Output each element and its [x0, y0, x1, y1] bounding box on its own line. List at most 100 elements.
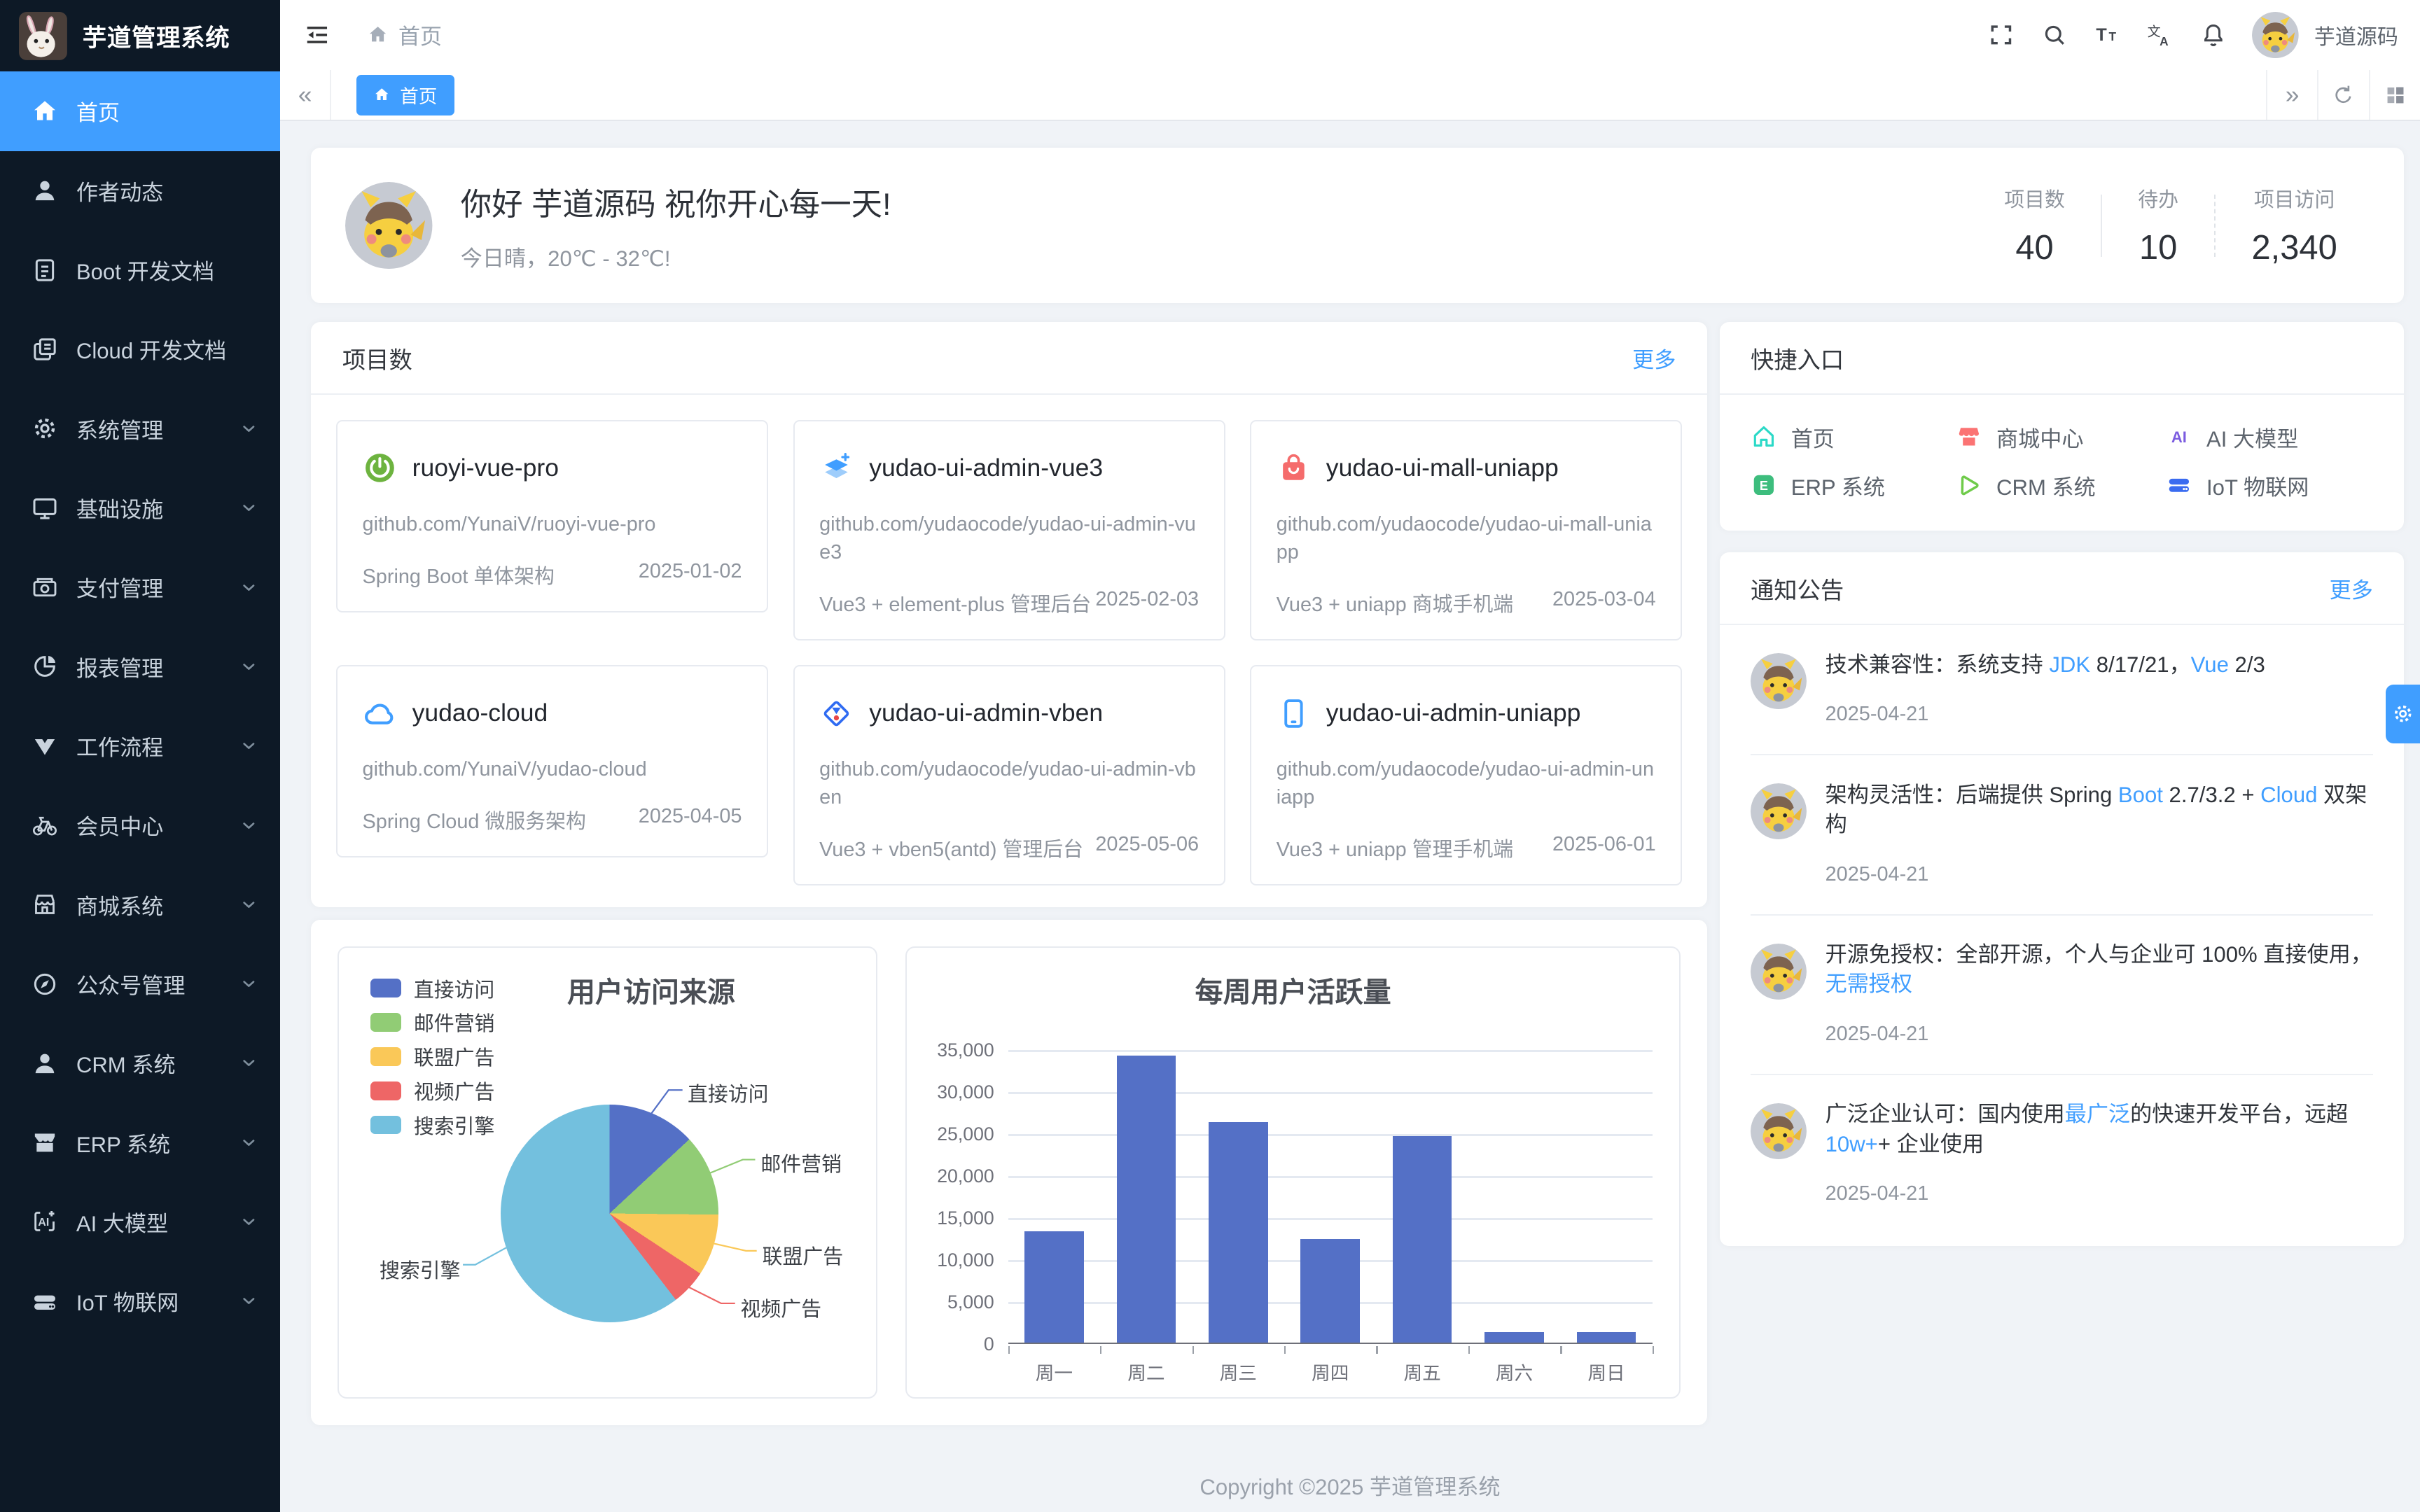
stat-value: 10: [2138, 228, 2178, 267]
sidebar-item-7[interactable]: 报表管理: [0, 627, 280, 706]
sidebar-item-5[interactable]: 基础设施: [0, 468, 280, 547]
sidebar-item-label: IoT 物联网: [76, 1285, 223, 1317]
legend-swatch: [370, 1116, 401, 1135]
avatar[interactable]: [2252, 12, 2299, 59]
project-card-yudao-ui-admin-vben[interactable]: yudao-ui-admin-vbengithub.com/yudaocode/…: [793, 665, 1225, 886]
fullscreen-icon[interactable]: [1975, 0, 2029, 70]
legend-item-3[interactable]: 视频广告: [370, 1074, 495, 1108]
sidebar-item-14[interactable]: AIAI 大模型: [0, 1182, 280, 1261]
quick-entry-panel: 快捷入口 首页商城中心AIAI 大模型EERP 系统CRM 系统IoT 物联网: [1720, 322, 2405, 531]
x-axis-tick: [1468, 1346, 1470, 1354]
project-card-yudao-cloud[interactable]: yudao-cloudgithub.com/YunaiV/yudao-cloud…: [336, 665, 768, 858]
notice-item-2[interactable]: 开源免授权：全部开源，个人与企业可 100% 直接使用，无需授权2025-04-…: [1751, 914, 2373, 1074]
project-card-yudao-ui-mall-uniapp[interactable]: yudao-ui-mall-uniappgithub.com/yudaocode…: [1250, 420, 1682, 640]
notice-link[interactable]: Vue: [2191, 652, 2229, 677]
sidebar-item-12[interactable]: CRM 系统: [0, 1023, 280, 1102]
page-content: 你好 芋道源码 祝你开心每一天! 今日晴，20℃ - 32℃! 项目数40待办1…: [280, 121, 2420, 1512]
project-url: github.com/yudaocode/yudao-ui-admin-unia…: [1277, 755, 1656, 811]
projects-more-link[interactable]: 更多: [1632, 342, 1676, 374]
chevron-down-icon: [239, 895, 258, 914]
quick-link-2[interactable]: AIAI 大模型: [2166, 421, 2373, 452]
shop-icon: [31, 890, 59, 918]
notices-more-link[interactable]: 更多: [2330, 573, 2373, 604]
legend-item-2[interactable]: 联盟广告: [370, 1040, 495, 1074]
quick-link-0[interactable]: 首页: [1751, 421, 1956, 452]
notice-item-3[interactable]: 广泛企业认可：国内使用最广泛的快速开发平台，远超 10w++ 企业使用2025-…: [1751, 1074, 2373, 1233]
project-cards-grid: ruoyi-vue-progithub.com/YunaiV/ruoyi-vue…: [311, 395, 1706, 907]
sidebar-item-2[interactable]: Boot 开发文档: [0, 230, 280, 309]
svg-text:AI: AI: [39, 1217, 50, 1228]
notice-link[interactable]: Cloud: [2260, 783, 2317, 807]
notice-link[interactable]: 10w+: [1826, 1132, 1878, 1156]
x-axis-label: 周六: [1468, 1358, 1560, 1385]
legend-item-0[interactable]: 直接访问: [370, 971, 495, 1005]
tabs-scroll-left-button[interactable]: «: [280, 70, 331, 120]
home-icon: [367, 24, 389, 46]
sidebar-item-13[interactable]: ERP 系统: [0, 1102, 280, 1182]
pie-slice-label: 视频广告: [741, 1293, 822, 1322]
tabs-strip: 首页: [331, 70, 2266, 120]
x-axis-label: 周二: [1100, 1358, 1192, 1385]
notice-link[interactable]: Boot: [2118, 783, 2163, 807]
pie-slice-label: 邮件营销: [760, 1148, 842, 1177]
notice-link[interactable]: 无需授权: [1826, 972, 1912, 996]
project-date: 2025-05-06: [1095, 833, 1199, 862]
search-icon[interactable]: [2028, 0, 2081, 70]
notice-link[interactable]: 最广泛: [2065, 1102, 2130, 1126]
quick-link-label: IoT 物联网: [2206, 470, 2309, 501]
sidebar-logo[interactable]: 芋道管理系统: [0, 0, 280, 71]
chevron-down-icon: [239, 974, 258, 993]
notice-date: 2025-04-21: [1826, 1182, 2373, 1205]
greeting-panel: 你好 芋道源码 祝你开心每一天! 今日晴，20℃ - 32℃! 项目数40待办1…: [311, 148, 2404, 303]
quick-link-5[interactable]: IoT 物联网: [2166, 470, 2373, 500]
quick-link-1[interactable]: 商城中心: [1956, 421, 2166, 452]
bell-icon[interactable]: [2187, 0, 2240, 70]
notice-link[interactable]: JDK: [2049, 652, 2090, 677]
legend-item-1[interactable]: 邮件营销: [370, 1005, 495, 1040]
layout-grid-button[interactable]: [2369, 70, 2420, 120]
sidebar-item-1[interactable]: 作者动态: [0, 151, 280, 230]
tab-home[interactable]: 首页: [356, 75, 454, 115]
notice-date: 2025-04-21: [1826, 703, 2373, 726]
pie-slice-label: 搜索引擎: [380, 1254, 461, 1284]
project-card-yudao-ui-admin-vue3[interactable]: yudao-ui-admin-vue3github.com/yudaocode/…: [793, 420, 1225, 640]
y-axis-tick: 35,000: [907, 1040, 994, 1061]
storefront-icon: [31, 1128, 59, 1156]
language-icon[interactable]: 文A: [2134, 0, 2187, 70]
font-size-icon[interactable]: TT: [2081, 0, 2134, 70]
sidebar-item-3[interactable]: Cloud 开发文档: [0, 309, 280, 388]
notice-item-1[interactable]: 架构灵活性：后端提供 Spring Boot 2.7/3.2 + Cloud 双…: [1751, 754, 2373, 913]
project-card-yudao-ui-admin-uniapp[interactable]: yudao-ui-admin-uniappgithub.com/yudaocod…: [1250, 665, 1682, 886]
sidebar-item-11[interactable]: 公众号管理: [0, 944, 280, 1023]
settings-gear-button[interactable]: [2386, 685, 2420, 743]
legend-swatch: [370, 1047, 401, 1066]
legend-item-4[interactable]: 搜索引擎: [370, 1108, 495, 1142]
notice-item-0[interactable]: 技术兼容性：系统支持 JDK 8/17/21，Vue 2/32025-04-21: [1751, 625, 2373, 754]
project-url: github.com/YunaiV/ruoyi-vue-pro: [363, 510, 742, 538]
notice-body: 开源免授权：全部开源，个人与企业可 100% 直接使用，无需授权2025-04-…: [1826, 940, 2373, 1046]
username[interactable]: 芋道源码: [2314, 20, 2398, 50]
sidebar-item-8[interactable]: 工作流程: [0, 706, 280, 785]
quick-link-4[interactable]: CRM 系统: [1956, 470, 2166, 500]
sidebar-item-4[interactable]: 系统管理: [0, 389, 280, 468]
chevron-down-icon: [239, 816, 258, 835]
sidebar-item-6[interactable]: 支付管理: [0, 547, 280, 626]
project-desc: Vue3 + uniapp 商城手机端: [1277, 588, 1513, 617]
quick-link-3[interactable]: EERP 系统: [1751, 470, 1956, 500]
stat-value: 2,340: [2251, 228, 2337, 267]
notice-date: 2025-04-21: [1826, 1023, 2373, 1046]
sidebar-item-9[interactable]: 会员中心: [0, 785, 280, 864]
right-column: 快捷入口 首页商城中心AIAI 大模型EERP 系统CRM 系统IoT 物联网 …: [1720, 322, 2405, 1246]
menu-fold-icon[interactable]: [299, 0, 336, 70]
x-axis-tick: [1653, 1346, 1654, 1354]
legend-swatch: [370, 1013, 401, 1032]
bar-周二: [1117, 1056, 1176, 1343]
tabs-scroll-right-button[interactable]: »: [2266, 70, 2317, 120]
project-card-ruoyi-vue-pro[interactable]: ruoyi-vue-progithub.com/YunaiV/ruoyi-vue…: [336, 420, 768, 612]
greeting-subtitle: 今日晴，20℃ - 32℃!: [461, 241, 891, 272]
sidebar-item-10[interactable]: 商城系统: [0, 865, 280, 944]
refresh-button[interactable]: [2317, 70, 2368, 120]
sidebar-item-15[interactable]: IoT 物联网: [0, 1261, 280, 1340]
phone-icon: [1277, 696, 1311, 731]
sidebar-item-0[interactable]: 首页: [0, 71, 280, 150]
